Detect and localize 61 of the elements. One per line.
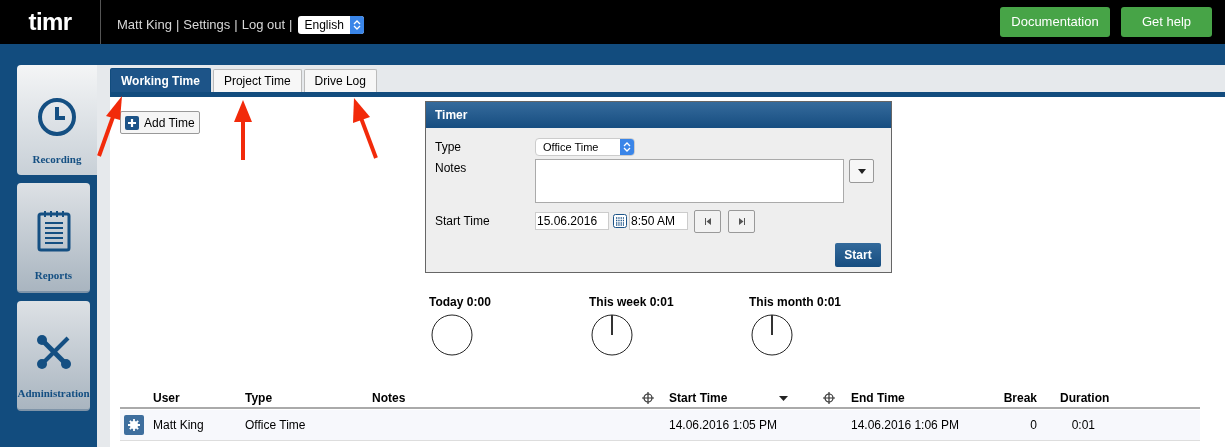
caret-icon (857, 168, 866, 174)
next-button[interactable] (728, 209, 755, 233)
column-header[interactable]: Start Time (669, 389, 779, 407)
logo: timr (28, 7, 72, 37)
panel-header: Timer (426, 102, 891, 128)
sidebar-item[interactable]: Administration (17, 301, 90, 411)
table-cell-text: Matt King (153, 417, 205, 434)
column-header[interactable]: Duration (1042, 389, 1122, 407)
total-label: This week 0:01 (589, 294, 674, 311)
plus-icon (125, 115, 139, 130)
table-cell-text: 0 (1029, 417, 1038, 434)
tab[interactable]: Working Time (110, 68, 211, 92)
table-cell-text: 14.06.2016 1:05 PM (669, 417, 779, 434)
column-header[interactable]: Type (245, 389, 372, 407)
notes-field[interactable] (535, 159, 844, 203)
sort-caret-icon[interactable] (779, 395, 788, 401)
field-label: Notes (435, 160, 468, 177)
link-separator: | (175, 16, 180, 35)
annotation-arrow (353, 98, 378, 159)
time-field[interactable]: 8:50 AM (629, 212, 688, 230)
notepad-icon (35, 208, 72, 253)
table-cell-text: 14.06.2016 1:06 PM (851, 417, 961, 434)
language-select[interactable]: English (298, 16, 364, 34)
annotation-arrow (234, 100, 252, 160)
crosshair-icon[interactable] (642, 392, 654, 404)
tab[interactable]: Project Time (212, 69, 302, 92)
gear-icon (128, 419, 140, 431)
column-header[interactable]: User (153, 389, 245, 407)
settings-button[interactable] (124, 415, 144, 435)
clock-icon (37, 96, 77, 137)
column-header[interactable]: Break (976, 389, 1042, 407)
sidebar-item[interactable]: Recording (17, 65, 97, 175)
total-label: This month 0:01 (749, 294, 841, 311)
link-separator: | (289, 16, 293, 35)
field-label: Type (435, 139, 462, 156)
dropdown-button[interactable] (849, 159, 874, 183)
header-link[interactable]: Settings (183, 15, 231, 35)
type-select[interactable]: Office Time (535, 138, 635, 156)
previous-button[interactable] (694, 209, 721, 233)
skip-back-icon (704, 217, 711, 225)
table-cell-text: Office Time (245, 417, 307, 434)
start-button[interactable]: Start (835, 243, 881, 267)
stepper-icon (623, 141, 631, 153)
calendar-icon[interactable] (613, 214, 627, 228)
tab[interactable]: Drive Log (303, 69, 377, 92)
column-header[interactable]: Notes (372, 389, 642, 407)
date-field[interactable]: 15.06.2016 (535, 212, 609, 230)
sidebar-item[interactable]: Reports (17, 183, 90, 293)
stepper-icon (352, 19, 361, 31)
header-link[interactable]: Log out (241, 15, 286, 35)
link-separator: | (234, 16, 238, 35)
field-label: Start Time (435, 213, 491, 230)
skip-forward-icon (738, 217, 745, 225)
tools-icon (34, 332, 73, 371)
crosshair-icon[interactable] (823, 392, 835, 404)
annotation-arrow (97, 96, 122, 157)
column-header[interactable]: End Time (851, 389, 976, 407)
add-time-button[interactable]: Add Time (120, 111, 200, 134)
table-cell-text: 0:01 (1070, 417, 1095, 434)
total-label: Today 0:00 (429, 294, 491, 311)
header-link[interactable]: Matt King (117, 15, 172, 35)
